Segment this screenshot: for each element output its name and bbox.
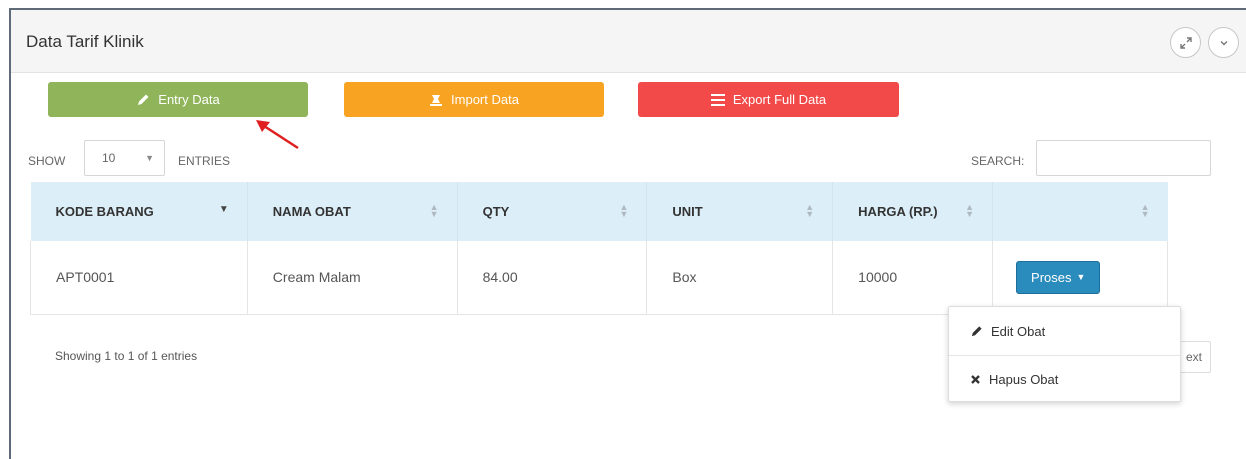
sort-icon: ▲ ▼ [965,202,975,219]
show-label: SHOW [28,154,66,168]
sort-icon: ▲ ▼ [1140,202,1150,219]
data-table: KODE BARANG ▼ NAMA OBAT ▲ ▼ QTY ▲ ▼ UNIT ▲… [30,182,1168,315]
edit-obat-label: Edit Obat [991,323,1046,339]
sort-icon: ▲ ▼ [805,202,815,219]
entries-per-page-select[interactable]: 10 ▼ [84,140,165,176]
column-header-harga[interactable]: HARGA (RP.) ▲ ▼ [832,182,994,241]
table-header-row: KODE BARANG ▼ NAMA OBAT ▲ ▼ QTY ▲ ▼ UNIT ▲… [30,182,1168,241]
sort-desc-icon: ▼ [218,204,229,215]
column-label: HARGA (RP.) [858,204,938,219]
caret-down-icon: ▼ [1076,272,1086,283]
column-header-action[interactable]: ▲ ▼ [993,182,1168,241]
pencil-icon [138,94,149,105]
annotation-arrow [256,120,299,150]
entries-label: ENTRIES [178,154,231,168]
cell-nama-obat: Cream Malam [246,241,458,315]
panel-header: Data Tarif Klinik [11,10,1246,73]
cell-kode-barang: APT0001 [30,241,248,315]
entries-per-page-value: 10 [102,151,116,165]
expand-button[interactable] [1170,27,1201,58]
pencil-icon [971,325,982,336]
collapse-button[interactable] [1208,27,1239,58]
proses-label: Proses [1031,269,1072,285]
export-full-data-label: Export Full Data [732,92,827,107]
column-header-unit[interactable]: UNIT ▲ ▼ [646,182,834,241]
column-label: QTY [482,204,510,219]
column-header-kode-barang[interactable]: KODE BARANG ▼ [30,182,248,241]
column-label: NAMA OBAT [272,204,351,219]
cell-action: Proses ▼ [992,241,1168,315]
column-header-qty[interactable]: QTY ▲ ▼ [457,182,648,241]
proses-dropdown-menu: Edit Obat Hapus Obat [948,306,1181,402]
import-data-label: Import Data [451,92,519,107]
caret-down-icon: ▼ [145,153,154,163]
sort-icon: ▲ ▼ [619,202,629,219]
edit-obat-menu-item[interactable]: Edit Obat [949,309,1180,353]
list-icon [710,93,725,106]
dropdown-divider [949,355,1180,356]
expand-icon [1179,36,1192,49]
table-row: APT0001 Cream Malam 84.00 Box 10000 Pros… [30,241,1168,315]
sort-icon: ▲ ▼ [429,202,439,219]
export-full-data-button[interactable]: Export Full Data [638,82,899,117]
close-icon [971,374,980,384]
import-data-button[interactable]: Import Data [344,82,604,117]
hapus-obat-label: Hapus Obat [989,371,1059,387]
column-label: UNIT [672,204,703,219]
table-info: Showing 1 to 1 of 1 entries [55,349,198,363]
cell-qty: 84.00 [456,241,648,315]
cell-unit: Box [646,241,834,315]
page-title: Data Tarif Klinik [26,32,144,51]
cell-harga: 10000 [832,241,994,315]
search-input[interactable] [1036,140,1211,176]
entry-data-label: Entry Data [158,92,220,107]
search-label: SEARCH: [971,154,1025,168]
import-icon [430,94,443,106]
proses-dropdown-button[interactable]: Proses ▼ [1016,260,1101,294]
column-header-nama-obat[interactable]: NAMA OBAT ▲ ▼ [247,182,458,241]
hapus-obat-menu-item[interactable]: Hapus Obat [949,357,1180,401]
column-label: KODE BARANG [55,204,154,219]
chevron-down-icon [1220,40,1227,45]
